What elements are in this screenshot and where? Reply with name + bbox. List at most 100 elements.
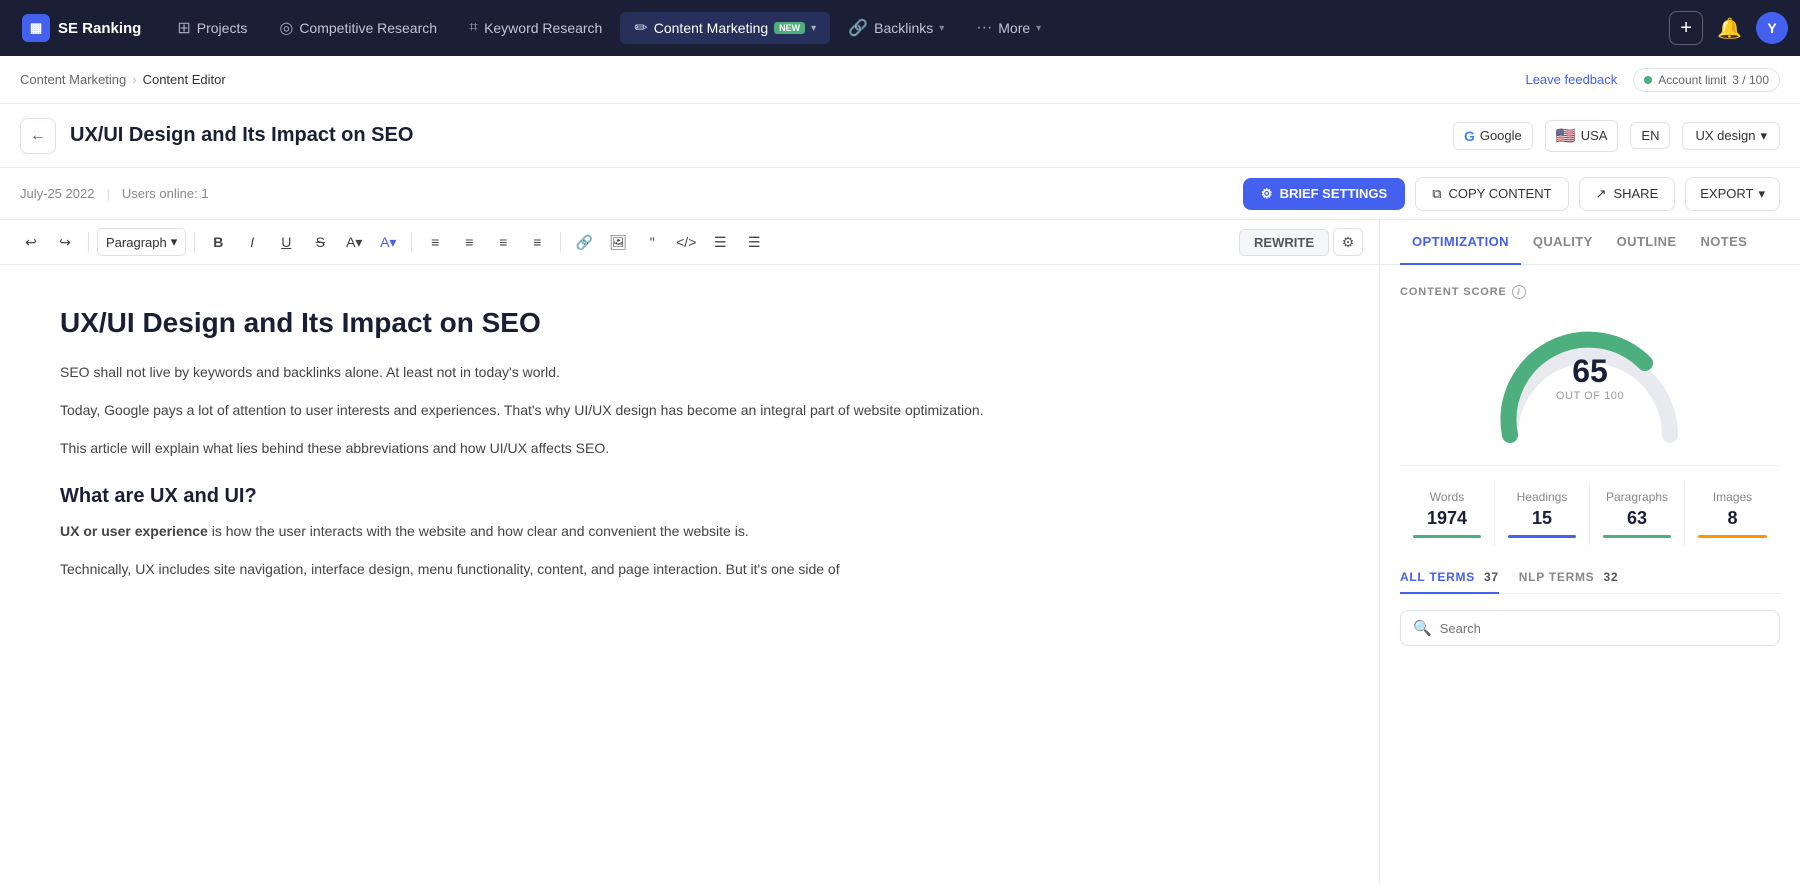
tab-quality[interactable]: QUALITY xyxy=(1521,220,1605,265)
flag-icon: 🇺🇸 xyxy=(1556,126,1576,146)
tab-outline[interactable]: OUTLINE xyxy=(1605,220,1689,265)
toolbar-settings-button[interactable]: ⚙ xyxy=(1333,228,1363,256)
export-button[interactable]: EXPORT ▾ xyxy=(1685,177,1780,211)
article-paragraph-1: SEO shall not live by keywords and backl… xyxy=(60,361,1319,385)
stat-paragraphs: Paragraphs 63 xyxy=(1590,482,1685,546)
brief-settings-button[interactable]: ⚙ BRIEF SETTINGS xyxy=(1243,178,1405,210)
stat-headings: Headings 15 xyxy=(1495,482,1590,546)
share-icon: ↗ xyxy=(1596,186,1607,202)
language-selector[interactable]: EN xyxy=(1630,122,1670,149)
underline-button[interactable]: U xyxy=(271,228,301,256)
article-paragraph-4-rest: is how the user interacts with the websi… xyxy=(208,523,749,539)
nav-item-projects[interactable]: ⊞ Projects xyxy=(163,12,261,44)
breadcrumb-right: Leave feedback Account limit 3 / 100 xyxy=(1525,68,1780,92)
nav-item-keyword[interactable]: ⌗ Keyword Research xyxy=(455,13,616,43)
logo-text: SE Ranking xyxy=(58,20,141,37)
gauge-score-label: OUT OF 100 xyxy=(1556,390,1624,402)
terms-tab-all[interactable]: ALL TERMS 37 xyxy=(1400,562,1499,594)
paragraph-chevron-icon: ▾ xyxy=(171,234,178,250)
nav-item-content[interactable]: ✏ Content Marketing NEW ▾ xyxy=(620,12,830,44)
highlight-button[interactable]: A▾ xyxy=(339,228,369,256)
share-label: SHARE xyxy=(1613,186,1658,201)
bold-button[interactable]: B xyxy=(203,228,233,256)
terms-tab-nlp-label: NLP TERMS xyxy=(1519,570,1595,584)
search-engine-selector[interactable]: G Google xyxy=(1453,122,1533,150)
meta-bar: July-25 2022 | Users online: 1 ⚙ BRIEF S… xyxy=(0,168,1800,220)
content-badge: NEW xyxy=(774,22,805,34)
image-button[interactable]: 🖼 xyxy=(603,228,633,256)
logo-icon: ▦ xyxy=(22,14,50,42)
meta-info: July-25 2022 | Users online: 1 xyxy=(20,186,209,201)
account-limit-value: 3 / 100 xyxy=(1732,73,1769,87)
terms-tab-nlp[interactable]: NLP TERMS 32 xyxy=(1519,562,1618,594)
back-button[interactable]: ← xyxy=(20,118,56,154)
italic-button[interactable]: I xyxy=(237,228,267,256)
article-paragraph-5: Technically, UX includes site navigation… xyxy=(60,558,1319,582)
quote-button[interactable]: " xyxy=(637,228,667,256)
align-center-button[interactable]: ≡ xyxy=(454,228,484,256)
projects-icon: ⊞ xyxy=(177,18,190,38)
nav-label-keyword: Keyword Research xyxy=(484,20,602,36)
tab-notes[interactable]: NOTES xyxy=(1688,220,1759,265)
align-left-button[interactable]: ≡ xyxy=(420,228,450,256)
code-button[interactable]: </> xyxy=(671,228,701,256)
content-score-info-icon[interactable]: i xyxy=(1512,285,1526,299)
panel-body: CONTENT SCORE i 65 OUT OF 100 xyxy=(1380,265,1800,885)
align-right-button[interactable]: ≡ xyxy=(488,228,518,256)
title-bar: ← UX/UI Design and Its Impact on SEO G G… xyxy=(0,104,1800,168)
keyword-selector[interactable]: UX design ▾ xyxy=(1682,122,1780,150)
notifications-bell[interactable]: 🔔 xyxy=(1711,10,1748,47)
rewrite-button[interactable]: REWRITE xyxy=(1239,229,1329,256)
terms-search-input[interactable] xyxy=(1440,621,1767,636)
user-avatar[interactable]: Y xyxy=(1756,12,1788,44)
brief-settings-icon: ⚙ xyxy=(1261,186,1273,202)
search-engine-label: Google xyxy=(1480,128,1522,143)
content-icon: ✏ xyxy=(634,18,647,38)
account-limit-badge: Account limit 3 / 100 xyxy=(1633,68,1780,92)
toolbar-separator-1 xyxy=(88,232,89,252)
tab-optimization[interactable]: OPTIMIZATION xyxy=(1400,220,1521,265)
content-score-text: CONTENT SCORE xyxy=(1400,286,1507,298)
share-button[interactable]: ↗ SHARE xyxy=(1579,177,1676,211)
stat-words: Words 1974 xyxy=(1400,482,1495,546)
more-chevron: ▾ xyxy=(1036,23,1041,34)
font-color-button[interactable]: A▾ xyxy=(373,228,403,256)
undo-button[interactable]: ↩ xyxy=(16,228,46,256)
redo-button[interactable]: ↪ xyxy=(50,228,80,256)
article-paragraph-3: This article will explain what lies behi… xyxy=(60,437,1319,461)
strikethrough-button[interactable]: S xyxy=(305,228,335,256)
nav-label-competitive: Competitive Research xyxy=(299,20,437,36)
stat-paragraphs-value: 63 xyxy=(1627,508,1647,529)
content-score-label: CONTENT SCORE i xyxy=(1400,285,1780,299)
editor-content[interactable]: UX/UI Design and Its Impact on SEO SEO s… xyxy=(0,265,1379,885)
breadcrumb-parent[interactable]: Content Marketing xyxy=(20,72,126,87)
ordered-list-button[interactable]: ☰ xyxy=(739,228,769,256)
justify-button[interactable]: ≡ xyxy=(522,228,552,256)
copy-label: COPY CONTENT xyxy=(1448,186,1551,201)
stat-words-label: Words xyxy=(1430,490,1464,504)
stat-words-value: 1974 xyxy=(1427,508,1467,529)
new-button[interactable]: + xyxy=(1669,11,1703,45)
logo[interactable]: ▦ SE Ranking xyxy=(12,14,151,42)
account-limit-label: Account limit xyxy=(1658,73,1726,87)
article-heading-1: UX/UI Design and Its Impact on SEO xyxy=(60,305,1319,341)
gauge-text: 65 OUT OF 100 xyxy=(1556,353,1624,402)
editor-panel: ↩ ↪ Paragraph ▾ B I U S A▾ A▾ ≡ ≡ ≡ ≡ 🔗 … xyxy=(0,220,1380,885)
nav-label-content: Content Marketing xyxy=(654,20,768,36)
nav-item-backlinks[interactable]: 🔗 Backlinks ▾ xyxy=(834,12,958,44)
terms-search-wrap[interactable]: 🔍 xyxy=(1400,610,1780,646)
nav-item-more[interactable]: ··· More ▾ xyxy=(962,13,1055,43)
bullet-list-button[interactable]: ☰ xyxy=(705,228,735,256)
language-label: EN xyxy=(1641,128,1659,143)
google-g-icon: G xyxy=(1464,128,1475,144)
link-button[interactable]: 🔗 xyxy=(569,228,599,256)
leave-feedback-link[interactable]: Leave feedback xyxy=(1525,72,1617,87)
document-title: UX/UI Design and Its Impact on SEO xyxy=(70,124,413,147)
terms-search-icon: 🔍 xyxy=(1413,619,1432,637)
copy-content-button[interactable]: ⧉ COPY CONTENT xyxy=(1415,177,1568,211)
paragraph-style-select[interactable]: Paragraph ▾ xyxy=(97,228,186,256)
country-selector[interactable]: 🇺🇸 USA xyxy=(1545,120,1619,152)
nav-item-competitive[interactable]: ◎ Competitive Research xyxy=(265,12,451,44)
more-icon: ··· xyxy=(976,19,992,37)
article-bold-text: UX or user experience xyxy=(60,523,208,539)
